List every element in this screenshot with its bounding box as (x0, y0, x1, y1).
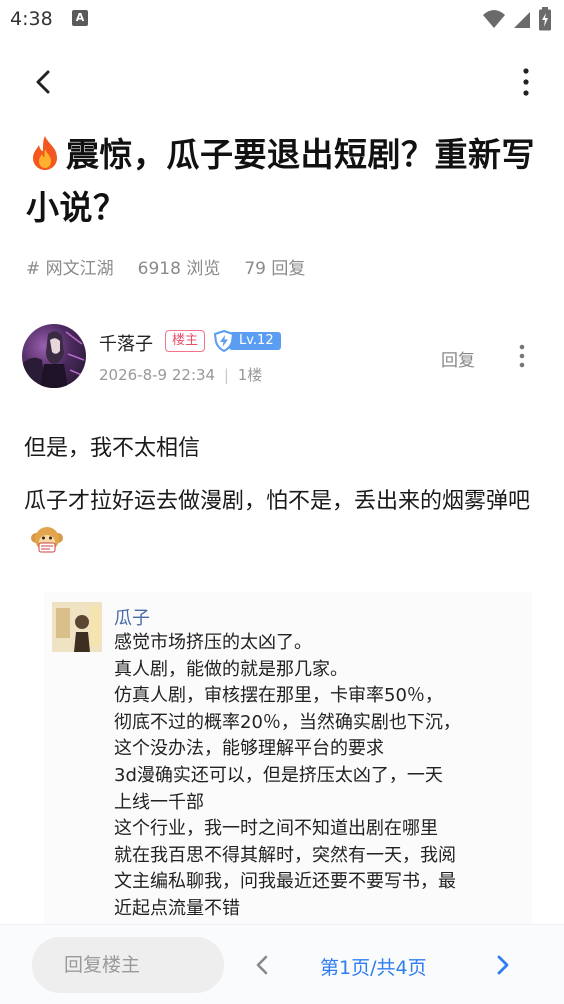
author-name[interactable]: 千落子 (99, 330, 153, 356)
more-vertical-icon[interactable] (512, 342, 532, 370)
cell-signal-icon (514, 12, 530, 28)
message-line: 感觉市场挤压的太凶了。 (114, 632, 312, 653)
message-line: 文主编私聊我，问我最近还要不要写书，最 (114, 871, 456, 893)
content-paragraph: 但是，我不太相信 (24, 436, 201, 461)
reply-count: 79 回复 (244, 259, 306, 279)
chevron-right-icon[interactable] (490, 951, 516, 979)
separator: | (223, 366, 229, 384)
back-arrow-icon[interactable] (26, 64, 62, 100)
screenshot-username: 瓜子 (114, 608, 150, 629)
status-bar: 4:38 A (0, 0, 564, 40)
chevron-left-icon[interactable] (250, 951, 276, 979)
post-meta: # 网文江湖 6918 浏览 79 回复 (26, 254, 305, 279)
message-line: 就在我百思不得其解时，突然有一天，我阅 (114, 844, 456, 866)
avatar-image (22, 331, 85, 388)
category-tag[interactable]: # 网文江湖 (26, 254, 114, 279)
post-title: 震惊，瓜子要退出短剧？重新写小说？ (26, 128, 546, 234)
message-line: 3d漫确实还可以，但是挤压太凶了，一天 (114, 764, 443, 786)
reply-op-input[interactable]: 回复楼主 (32, 937, 224, 993)
message-line: 这个行业，我一时之间不知道出剧在哪里 (114, 818, 438, 840)
view-count: 6918 浏览 (137, 259, 221, 279)
battery-icon (539, 7, 551, 31)
status-time: 4:38 (10, 8, 53, 30)
message-line: 彻底不过的概率20％，当然确实剧也下沉， (114, 711, 461, 733)
monkey-emoji-icon (31, 527, 63, 553)
lightning-shield-icon (213, 330, 235, 352)
message-line: 真人剧，能做的就是那几家。 (114, 658, 348, 680)
message-line: 这个没办法，能够理解平台的要求 (114, 738, 384, 760)
message-line: 近起点流量不错 (114, 897, 240, 919)
floor-number: 1楼 (237, 366, 263, 384)
message-line: 上线一千部 (114, 791, 204, 813)
more-vertical-icon[interactable] (512, 64, 540, 100)
screenshot-message: 感觉市场挤压的太凶了。 真人剧，能做的就是那几家。 仿真人剧，审核摆在那里，卡审… (114, 630, 524, 923)
content-paragraph: 瓜子才拉好运去做漫剧，怕不是，丢出来的烟雾弹吧 (24, 482, 544, 562)
wifi-icon (483, 10, 505, 28)
fire-emoji-icon (33, 136, 57, 170)
message-line: 仿真人剧，审核摆在那里，卡审率50％， (114, 685, 443, 707)
post-content: 但是，我不太相信 瓜子才拉好运去做漫剧，怕不是，丢出来的烟雾弹吧 (24, 424, 544, 570)
post-time-text: 2026-8-9 22:34 (99, 366, 216, 384)
top-bar (0, 56, 564, 108)
content-text: 瓜子才拉好运去做漫剧，怕不是，丢出来的烟雾弹吧 (24, 489, 531, 514)
notification-a-icon: A (72, 10, 88, 26)
op-badge: 楼主 (165, 330, 206, 352)
embedded-screenshot[interactable]: 瓜子 感觉市场挤压的太凶了。 真人剧，能做的就是那几家。 仿真人剧，审核摆在那里… (44, 592, 532, 932)
reply-button[interactable]: 回复 (441, 346, 475, 371)
screenshot-avatar-image (52, 602, 102, 652)
screenshot-avatar (52, 602, 102, 652)
level-badge: Lv.12 (213, 330, 281, 352)
bottom-bar: 回复楼主 第1页/共4页 (0, 924, 564, 1004)
avatar[interactable] (22, 324, 86, 388)
status-icons (482, 7, 552, 31)
post-time: 2026-8-9 22:34 | 1楼 (99, 364, 262, 385)
author-row: 千落子 楼主 Lv.12 2026-8-9 22:34 | 1楼 回复 (22, 320, 542, 390)
post-title-text: 震惊，瓜子要退出短剧？重新写小说？ (26, 135, 535, 227)
level-text: Lv.12 (229, 332, 281, 350)
page-indicator[interactable]: 第1页/共4页 (320, 953, 427, 980)
